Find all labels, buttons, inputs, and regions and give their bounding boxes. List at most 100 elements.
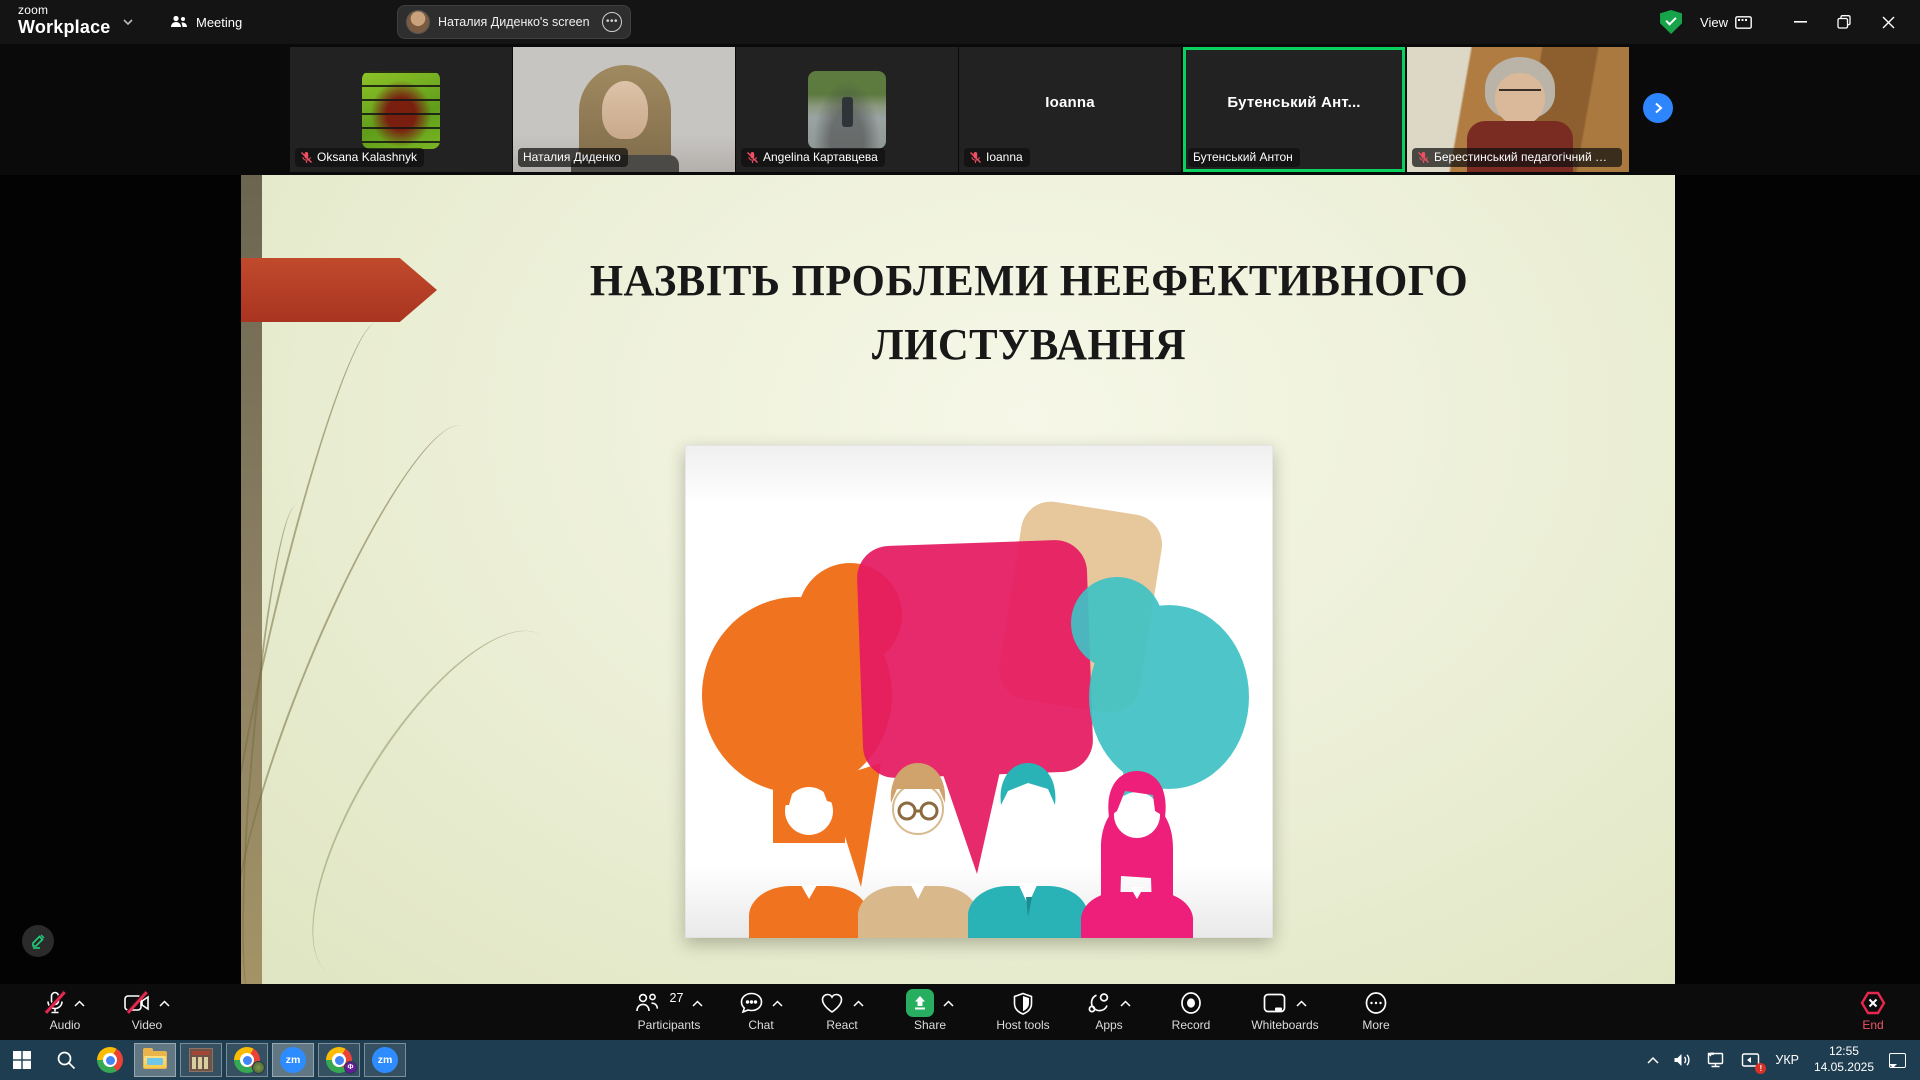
action-center-button[interactable] <box>1882 1040 1920 1080</box>
taskbar-search-button[interactable] <box>44 1040 88 1080</box>
taskbar-zoom-2[interactable]: zm <box>364 1043 406 1077</box>
heart-icon <box>820 992 844 1014</box>
system-tray: ! УКР 12:55 14.05.2025 <box>1640 1040 1920 1080</box>
participant-name-badge: Бутенський Антон <box>1188 148 1300 167</box>
slide-clipart-speech-bubbles <box>685 445 1273 938</box>
annotate-pencil-button[interactable] <box>22 925 54 957</box>
whiteboards-button[interactable]: Whiteboards <box>1234 984 1336 1040</box>
view-button[interactable]: View <box>1700 15 1752 30</box>
record-icon <box>1179 991 1203 1015</box>
meeting-toolbar: Audio Video <box>0 984 1920 1040</box>
participant-name-badge: Oksana Kalashnyk <box>295 148 424 167</box>
participant-name-badge: Наталия Диденко <box>518 148 628 167</box>
chat-caret[interactable] <box>772 1000 783 1007</box>
windows-taskbar: zm Ф zm <box>0 1040 1920 1080</box>
more-ellipsis-icon <box>1364 991 1388 1015</box>
participants-icon <box>635 992 659 1014</box>
chevron-down-icon[interactable] <box>122 16 134 28</box>
language-indicator[interactable]: УКР <box>1768 1040 1806 1080</box>
react-label: React <box>826 1018 857 1032</box>
tray-screen-share-icon[interactable]: ! <box>1734 1040 1768 1080</box>
participant-name: Наталия Диденко <box>523 150 621 164</box>
end-meeting-button[interactable]: End <box>1838 984 1908 1040</box>
video-button[interactable]: Video <box>106 984 188 1040</box>
window-titlebar: zoom Workplace Meeting Наталия Диденко's… <box>0 0 1920 44</box>
whiteboard-icon <box>1263 993 1287 1014</box>
taskbar-chrome-icon[interactable] <box>88 1040 132 1080</box>
start-button[interactable] <box>0 1040 44 1080</box>
video-tile-butenskyi-active-speaker[interactable]: Бутенський Ант... Бутенський Антон <box>1183 47 1405 172</box>
meeting-people-icon <box>170 14 188 30</box>
taskbar-date: 14.05.2025 <box>1814 1060 1874 1076</box>
mic-muted-icon <box>746 151 759 164</box>
tray-volume-icon[interactable] <box>1666 1040 1700 1080</box>
next-participants-button[interactable] <box>1643 93 1673 123</box>
tray-show-hidden-icons[interactable] <box>1640 1040 1666 1080</box>
react-button[interactable]: React <box>800 984 884 1040</box>
view-label: View <box>1700 15 1728 30</box>
taskbar-zoom-active[interactable]: zm <box>272 1043 314 1077</box>
presenter-avatar <box>406 10 430 34</box>
video-options-caret[interactable] <box>159 1000 170 1007</box>
participants-button[interactable]: 27 Participants <box>616 984 722 1040</box>
video-tile-ioanna[interactable]: Ioanna Ioanna <box>959 47 1181 172</box>
audio-options-caret[interactable] <box>74 1000 85 1007</box>
whiteboards-label: Whiteboards <box>1251 1018 1318 1032</box>
record-button[interactable]: Record <box>1148 984 1234 1040</box>
tray-network-icon[interactable] <box>1700 1040 1734 1080</box>
mic-muted-icon <box>1417 151 1430 164</box>
participant-filmstrip: Oksana Kalashnyk Наталия Диденко Angelin… <box>0 44 1920 175</box>
share-label: Share <box>914 1018 946 1032</box>
chat-button[interactable]: Chat <box>722 984 800 1040</box>
host-tools-button[interactable]: Host tools <box>976 984 1070 1040</box>
participant-name: Oksana Kalashnyk <box>317 150 417 164</box>
shared-screen-pill[interactable]: Наталия Диденко's screen ••• <box>397 5 631 39</box>
video-tile-angelina[interactable]: Angelina Картавцева <box>736 47 958 172</box>
apps-icon <box>1087 992 1111 1014</box>
participant-avatar-photo <box>808 71 886 149</box>
taskbar-time: 12:55 <box>1814 1044 1874 1060</box>
apps-button[interactable]: Apps <box>1070 984 1148 1040</box>
record-label: Record <box>1172 1018 1211 1032</box>
video-label: Video <box>132 1018 162 1032</box>
restore-button[interactable] <box>1822 0 1866 44</box>
taskbar-schedule-app[interactable] <box>180 1043 222 1077</box>
whiteboards-caret[interactable] <box>1296 1000 1307 1007</box>
share-button[interactable]: Share <box>884 984 976 1040</box>
participant-name-badge: Ioanna <box>964 148 1030 167</box>
taskbar-chrome-window-1[interactable] <box>226 1043 268 1077</box>
shared-screen-title: Наталия Диденко's screen <box>438 15 590 29</box>
taskbar-clock[interactable]: 12:55 14.05.2025 <box>1806 1044 1882 1075</box>
video-tile-oksana[interactable]: Oksana Kalashnyk <box>290 47 512 172</box>
video-tile-berestynskyi[interactable]: Берестинський педагогічний фа... <box>1407 47 1629 172</box>
chrome-profile-badge: Ф <box>344 1061 357 1074</box>
taskbar-file-explorer[interactable] <box>134 1043 176 1077</box>
mic-muted-icon <box>300 151 313 164</box>
react-caret[interactable] <box>853 1000 864 1007</box>
participant-avatar-art <box>362 71 440 149</box>
mic-icon <box>45 991 65 1015</box>
audio-button[interactable]: Audio <box>24 984 106 1040</box>
tab-meeting[interactable]: Meeting <box>160 0 252 44</box>
participant-name: Angelina Картавцева <box>763 150 878 164</box>
participants-caret[interactable] <box>692 1000 703 1007</box>
host-tools-shield-icon <box>1013 992 1033 1015</box>
participants-label: Participants <box>638 1018 701 1032</box>
camera-icon <box>124 994 150 1012</box>
apps-caret[interactable] <box>1120 1000 1131 1007</box>
chrome-profile-badge <box>252 1061 265 1074</box>
participant-name: Бутенський Антон <box>1193 150 1293 164</box>
close-button[interactable] <box>1866 0 1910 44</box>
security-shield-icon[interactable] <box>1660 10 1682 34</box>
pill-options-icon[interactable]: ••• <box>602 12 622 32</box>
host-tools-label: Host tools <box>996 1018 1049 1032</box>
end-hexagon-icon <box>1860 991 1886 1015</box>
more-button[interactable]: More <box>1336 984 1416 1040</box>
minimize-button[interactable] <box>1778 0 1822 44</box>
zoom-workplace-window: zoom Workplace Meeting Наталия Диденко's… <box>0 0 1920 1080</box>
video-tile-natalia[interactable]: Наталия Диденко <box>513 47 735 172</box>
tray-alert-badge: ! <box>1755 1063 1766 1074</box>
participant-display-name: Бутенський Ант... <box>1183 47 1405 158</box>
share-caret[interactable] <box>943 1000 954 1007</box>
taskbar-chrome-window-2[interactable]: Ф <box>318 1043 360 1077</box>
